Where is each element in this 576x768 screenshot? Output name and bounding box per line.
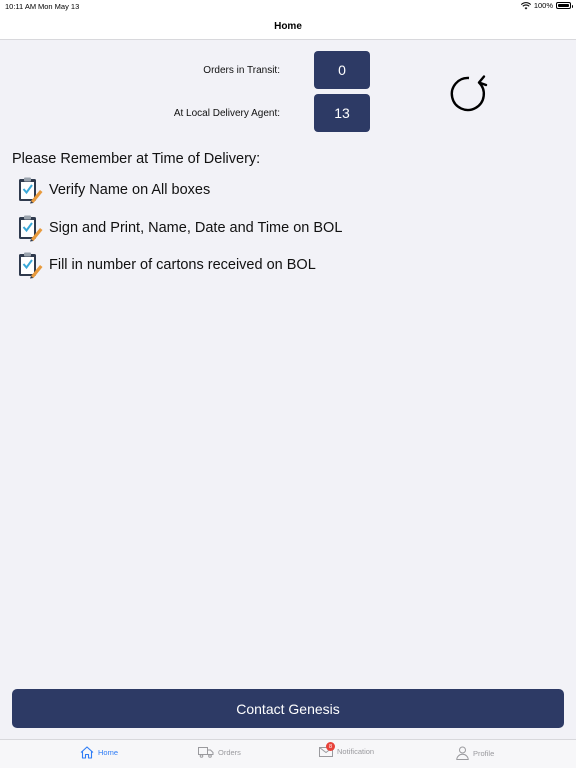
status-date: Mon May 13 [38, 2, 80, 11]
refresh-button[interactable] [448, 73, 490, 115]
clipboard-check-icon [19, 215, 43, 242]
refresh-icon [450, 75, 488, 112]
reminder-item-text: Sign and Print, Name, Date and Time on B… [49, 220, 343, 236]
tab-notification-label: Notification [337, 747, 375, 756]
page-title: Home [274, 21, 302, 32]
wifi-icon [520, 1, 531, 9]
clipboard-check-icon [19, 252, 43, 279]
battery-icon [556, 2, 573, 9]
reminder-item: Fill in number of cartons received on BO… [16, 251, 316, 279]
home-icon [80, 746, 94, 759]
status-bar: 10:11 AM Mon May 13 100% [0, 0, 576, 14]
nav-bar: Home [0, 14, 576, 40]
person-icon [456, 746, 469, 760]
battery-percent: 100% [533, 1, 553, 10]
orders-in-transit-count[interactable]: 0 [314, 51, 370, 89]
reminder-title: Please Remember at Time of Delivery: [12, 151, 261, 167]
reminder-item: Verify Name on All boxes [16, 176, 210, 204]
notification-icon-wrap: 8 [319, 742, 335, 757]
tab-home-label: Home [98, 748, 119, 757]
tab-orders-label: Orders [218, 747, 241, 757]
reminder-item: Sign and Print, Name, Date and Time on B… [16, 214, 342, 242]
tab-bar: Home Orders 8 Notification Profile [0, 739, 576, 768]
notification-badge: 8 [326, 742, 335, 751]
contact-genesis-button[interactable]: Contact Genesis [12, 689, 564, 728]
local-agent-count[interactable]: 13 [314, 94, 370, 132]
tab-notification[interactable]: 8 Notification [319, 742, 375, 757]
local-agent-label: At Local Delivery Agent: [173, 108, 280, 119]
reminder-item-text: Fill in number of cartons received on BO… [49, 257, 316, 273]
orders-in-transit-label: Orders in Transit: [203, 65, 280, 76]
tab-profile-label: Profile [473, 748, 495, 758]
status-right: 100% [520, 1, 573, 10]
clipboard-check-icon [19, 177, 43, 204]
tab-profile[interactable]: Profile [456, 746, 494, 760]
tab-orders[interactable]: Orders [198, 746, 241, 758]
truck-icon [198, 747, 214, 758]
status-time: 10:11 AM [5, 2, 37, 11]
tab-home[interactable]: Home [80, 746, 118, 759]
reminder-item-text: Verify Name on All boxes [49, 182, 211, 198]
